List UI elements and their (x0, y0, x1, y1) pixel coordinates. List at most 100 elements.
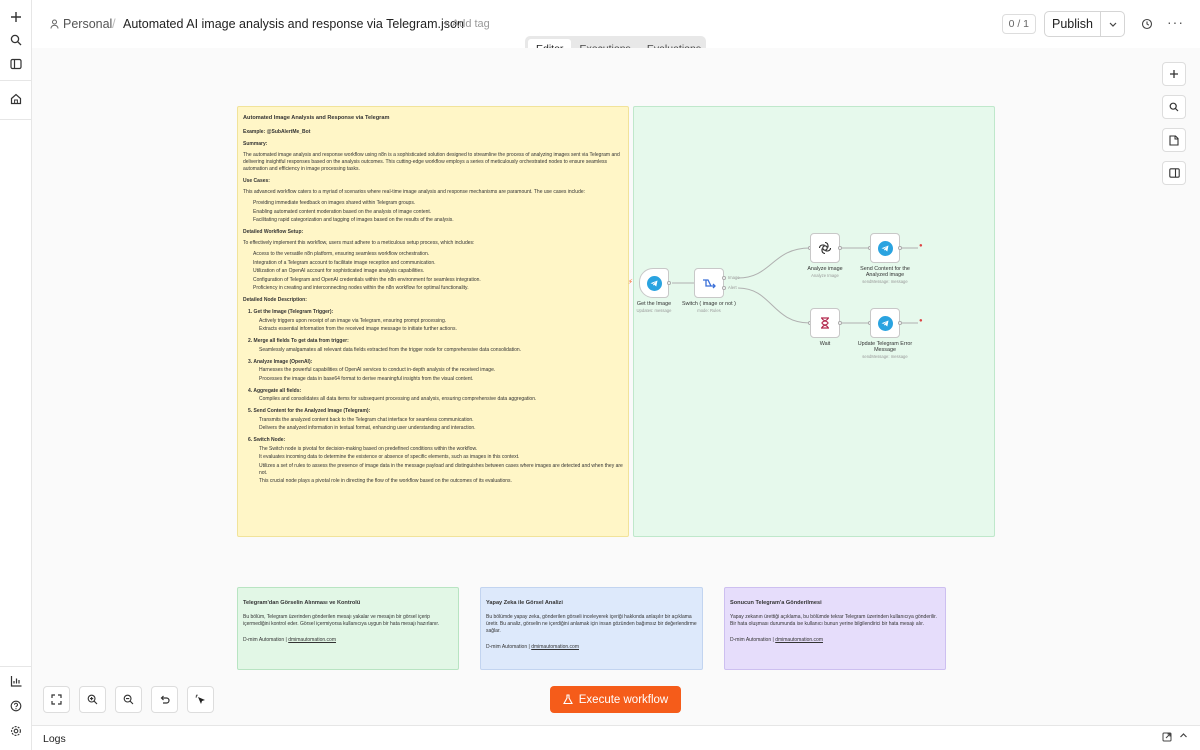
note-footer-text: D-mim Automation | (243, 637, 287, 643)
panel-icon (1168, 168, 1180, 178)
port-label: Image (728, 275, 740, 280)
telegram-icon (877, 240, 893, 256)
list-item: It evaluates incoming data to determine … (259, 454, 520, 460)
note-link[interactable]: dmimautomation.com (775, 637, 823, 643)
output-port[interactable] (667, 281, 671, 285)
node-send-content[interactable] (870, 233, 900, 263)
execute-workflow-button[interactable]: Execute workflow (550, 686, 681, 713)
list-item-heading: 6. Switch Node: (248, 437, 286, 443)
toggle-panel-button[interactable] (1162, 161, 1186, 185)
note-example: Example: @SubAlertMe_Bot (243, 129, 311, 135)
node-label: Update Telegram Error Message (857, 341, 913, 353)
publish-button-group: Publish (1044, 11, 1125, 37)
note-title: Yapay Zeka ile Görsel Analizi (486, 600, 563, 606)
note-title: Sonucun Telegram'a Gönderilmesi (730, 600, 822, 606)
node-update-error-message[interactable] (870, 308, 900, 338)
add-tag-button[interactable]: + Add tag (443, 18, 490, 30)
help-icon[interactable] (5, 695, 27, 717)
node-get-image[interactable] (639, 268, 669, 298)
list-item: Extracts essential information from the … (259, 326, 457, 332)
output-port[interactable] (898, 246, 902, 250)
list-item-heading: 1. Get the Image (Telegram Trigger): (248, 309, 334, 315)
chevron-down-icon[interactable] (1101, 12, 1124, 36)
list-item: Seamlessly amalgamates all relevant data… (259, 346, 522, 353)
add-node-button[interactable] (1162, 62, 1186, 86)
workflow-canvas[interactable]: Automated Image Analysis and Response vi… (32, 48, 1200, 725)
note-link[interactable]: dmimautomation.com (288, 637, 336, 643)
output-port[interactable] (838, 321, 842, 325)
breadcrumb-project-label: Personal (63, 17, 113, 31)
zoom-out-button[interactable] (115, 686, 142, 713)
trigger-bolt-icon: ⚡ (628, 279, 633, 286)
output-port-image[interactable] (722, 276, 726, 280)
undo-icon (160, 695, 170, 704)
sticky-note-ai-analysis[interactable]: Yapay Zeka ile Görsel Analizi Bu bölümde… (480, 587, 703, 670)
list-item: Utilizes a set of rules to assess the pr… (259, 462, 623, 476)
popout-icon[interactable] (1162, 732, 1172, 745)
workflow-title[interactable]: Automated AI image analysis and response… (123, 17, 464, 31)
sticky-note-telegram-input[interactable]: Telegram'dan Görselin Alınması ve Kontro… (237, 587, 459, 670)
node-analyze-image[interactable] (810, 233, 840, 263)
chart-icon[interactable] (5, 670, 27, 692)
output-port[interactable] (838, 246, 842, 250)
search-icon (1169, 102, 1179, 112)
note-title: Telegram'dan Görselin Alınması ve Kontro… (243, 600, 361, 606)
version-counter: 0 / 1 (1001, 14, 1036, 34)
hourglass-icon (821, 317, 829, 329)
output-port[interactable] (898, 321, 902, 325)
logs-panel-bar[interactable]: Logs (32, 725, 1200, 750)
zoom-in-button[interactable] (79, 686, 106, 713)
note-summary-heading: Summary: (243, 141, 268, 147)
list-item-heading: 3. Analyze Image (OpenAI): (248, 358, 313, 365)
search-nodes-button[interactable] (1162, 95, 1186, 119)
note-body: Yapay zekanın ürettiği açıklama, bu bölü… (730, 614, 937, 627)
breadcrumb-project[interactable]: Personal (50, 17, 112, 31)
breadcrumb-separator: / (112, 16, 116, 31)
fit-view-icon (51, 694, 62, 705)
zoom-out-icon (123, 694, 134, 705)
output-port-alert[interactable] (722, 286, 726, 290)
node-subtitle: sendMessage: message (862, 354, 908, 359)
sticky-note-description[interactable]: Automated Image Analysis and Response vi… (237, 106, 629, 537)
note-setup-heading: Detailed Workflow Setup: (243, 229, 304, 235)
note-footer: D-mim Automation | dmimautomation.com (243, 637, 453, 644)
switch-icon (703, 279, 716, 289)
telegram-icon (877, 315, 893, 331)
note-usecases: This advanced workflow caters to a myria… (243, 189, 586, 195)
chevron-up-icon[interactable] (1179, 731, 1188, 743)
list-item: This crucial node plays a pivotal role i… (259, 478, 512, 484)
note-body: Bu bölümde yapay zeka, gönderilen görsel… (486, 614, 697, 634)
node-subtitle: sendMessage: message (862, 279, 908, 284)
node-switch[interactable] (694, 268, 724, 298)
note-link[interactable]: dmimautomation.com (531, 644, 579, 650)
list-item: Actively triggers upon receipt of an ima… (259, 317, 447, 324)
node-subtitle: mode: Rules (697, 308, 721, 313)
sticky-note-icon (1169, 134, 1179, 146)
settings-icon[interactable] (5, 720, 27, 742)
telegram-icon (646, 275, 662, 291)
add-sticky-button[interactable] (1162, 128, 1186, 152)
panel-icon[interactable] (5, 53, 27, 75)
tidy-up-button[interactable] (187, 686, 214, 713)
node-wait[interactable] (810, 308, 840, 338)
note-summary: The automated image analysis and respons… (243, 152, 620, 172)
add-node-icon[interactable]: ● (919, 318, 923, 324)
fit-view-button[interactable] (43, 686, 70, 713)
history-icon[interactable] (1139, 16, 1155, 32)
left-sidebar (0, 0, 32, 750)
node-label: Switch ( image or not ) (682, 301, 736, 307)
search-icon[interactable] (5, 29, 27, 51)
add-node-icon[interactable]: ● (919, 243, 923, 249)
cursor-sparkle-icon (195, 694, 205, 704)
list-item: Integration of a Telegram account to fac… (253, 259, 436, 266)
list-item: Proficiency in creating and interconnect… (253, 285, 469, 291)
more-options-icon[interactable]: ··· (1167, 14, 1184, 30)
sticky-note-telegram-output[interactable]: Sonucun Telegram'a Gönderilmesi Yapay ze… (724, 587, 946, 670)
undo-button[interactable] (151, 686, 178, 713)
note-title: Automated Image Analysis and Response vi… (243, 115, 390, 121)
plus-icon[interactable] (5, 6, 27, 28)
home-icon[interactable] (5, 88, 27, 110)
zoom-in-icon (87, 694, 98, 705)
list-item: Facilitating rapid categorization and ta… (253, 217, 454, 223)
publish-button[interactable]: Publish (1045, 12, 1101, 36)
